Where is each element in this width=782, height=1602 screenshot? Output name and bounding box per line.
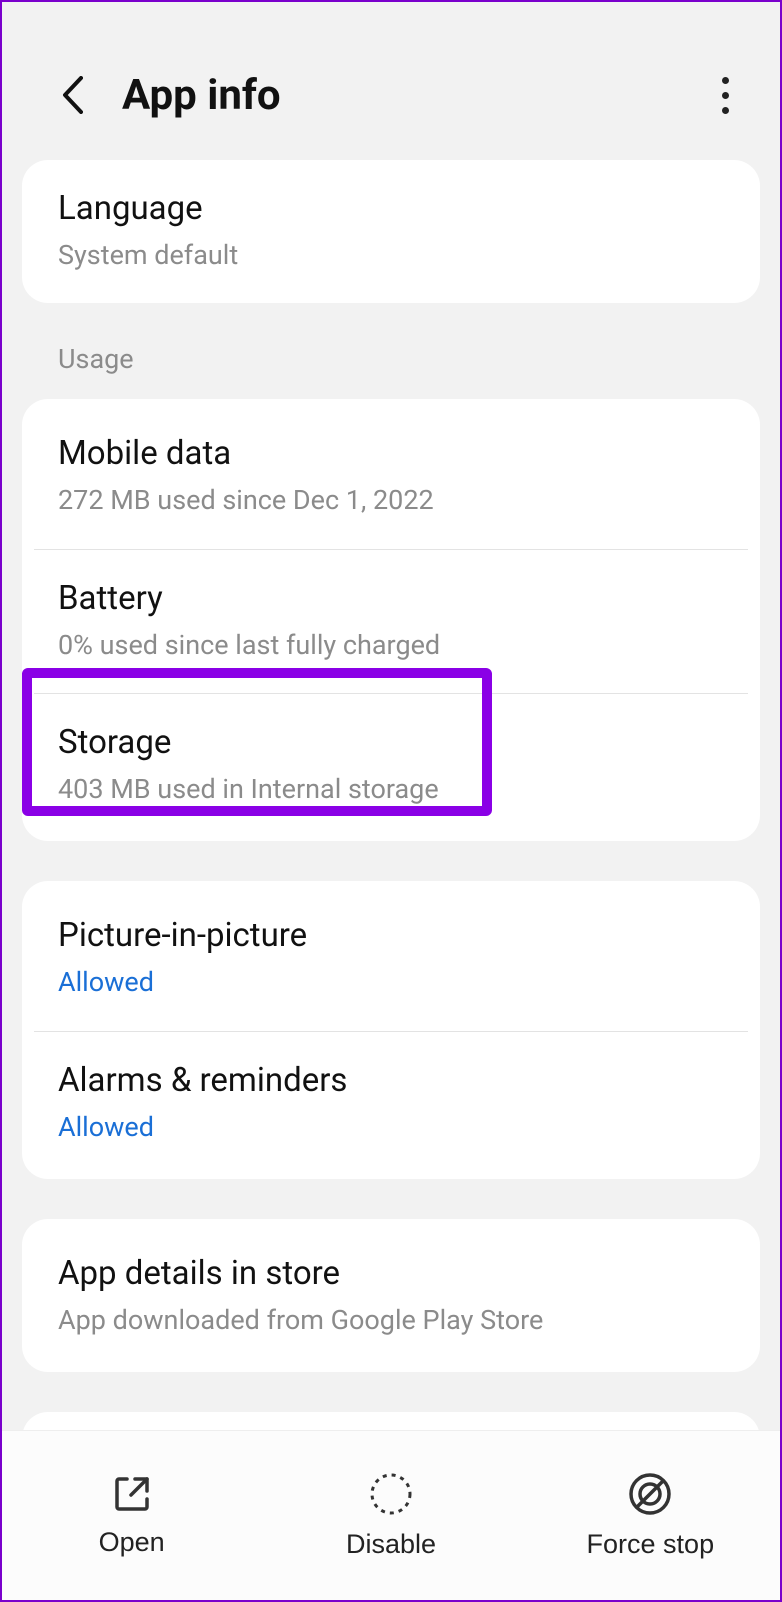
language-sub: System default [58,237,724,273]
page-title: App info [122,71,700,120]
section-label-usage: Usage [2,343,780,399]
alarms-title: Alarms & reminders [58,1060,724,1103]
row-language[interactable]: Language System default [22,160,760,303]
row-alarms-reminders[interactable]: Alarms & reminders Allowed [22,1032,760,1179]
open-label: Open [99,1527,165,1558]
disable-button[interactable]: Disable [261,1431,520,1600]
storage-sub: 403 MB used in Internal storage [58,771,724,807]
row-storage[interactable]: Storage 403 MB used in Internal storage [22,694,760,841]
mobile-data-title: Mobile data [58,433,724,476]
more-options-button[interactable] [700,70,750,120]
header: App info [2,2,780,160]
pip-title: Picture-in-picture [58,915,724,958]
mobile-data-sub: 272 MB used since Dec 1, 2022 [58,482,724,518]
chevron-left-icon [61,76,83,114]
row-app-details-store[interactable]: App details in store App downloaded from… [22,1219,760,1372]
back-button[interactable] [52,75,92,115]
alarms-sub: Allowed [58,1109,724,1145]
open-button[interactable]: Open [2,1431,261,1600]
card-permissions: Picture-in-picture Allowed Alarms & remi… [22,881,760,1179]
store-title: App details in store [58,1253,724,1296]
battery-title: Battery [58,578,724,621]
card-language: Language System default [22,160,760,303]
row-battery[interactable]: Battery 0% used since last fully charged [22,550,760,693]
row-mobile-data[interactable]: Mobile data 272 MB used since Dec 1, 202… [22,399,760,548]
battery-sub: 0% used since last fully charged [58,627,724,663]
card-usage: Mobile data 272 MB used since Dec 1, 202… [22,399,760,841]
disable-label: Disable [346,1529,436,1560]
language-title: Language [58,188,724,231]
force-stop-icon [627,1471,673,1517]
force-stop-label: Force stop [587,1529,715,1560]
force-stop-button[interactable]: Force stop [521,1431,780,1600]
open-icon [111,1473,153,1515]
bottom-bar: Open Disable Force stop [2,1430,780,1600]
more-icon [722,77,729,84]
disable-icon [368,1471,414,1517]
storage-title: Storage [58,722,724,765]
pip-sub: Allowed [58,964,724,1000]
card-store: App details in store App downloaded from… [22,1219,760,1372]
row-picture-in-picture[interactable]: Picture-in-picture Allowed [22,881,760,1030]
store-sub: App downloaded from Google Play Store [58,1302,724,1338]
